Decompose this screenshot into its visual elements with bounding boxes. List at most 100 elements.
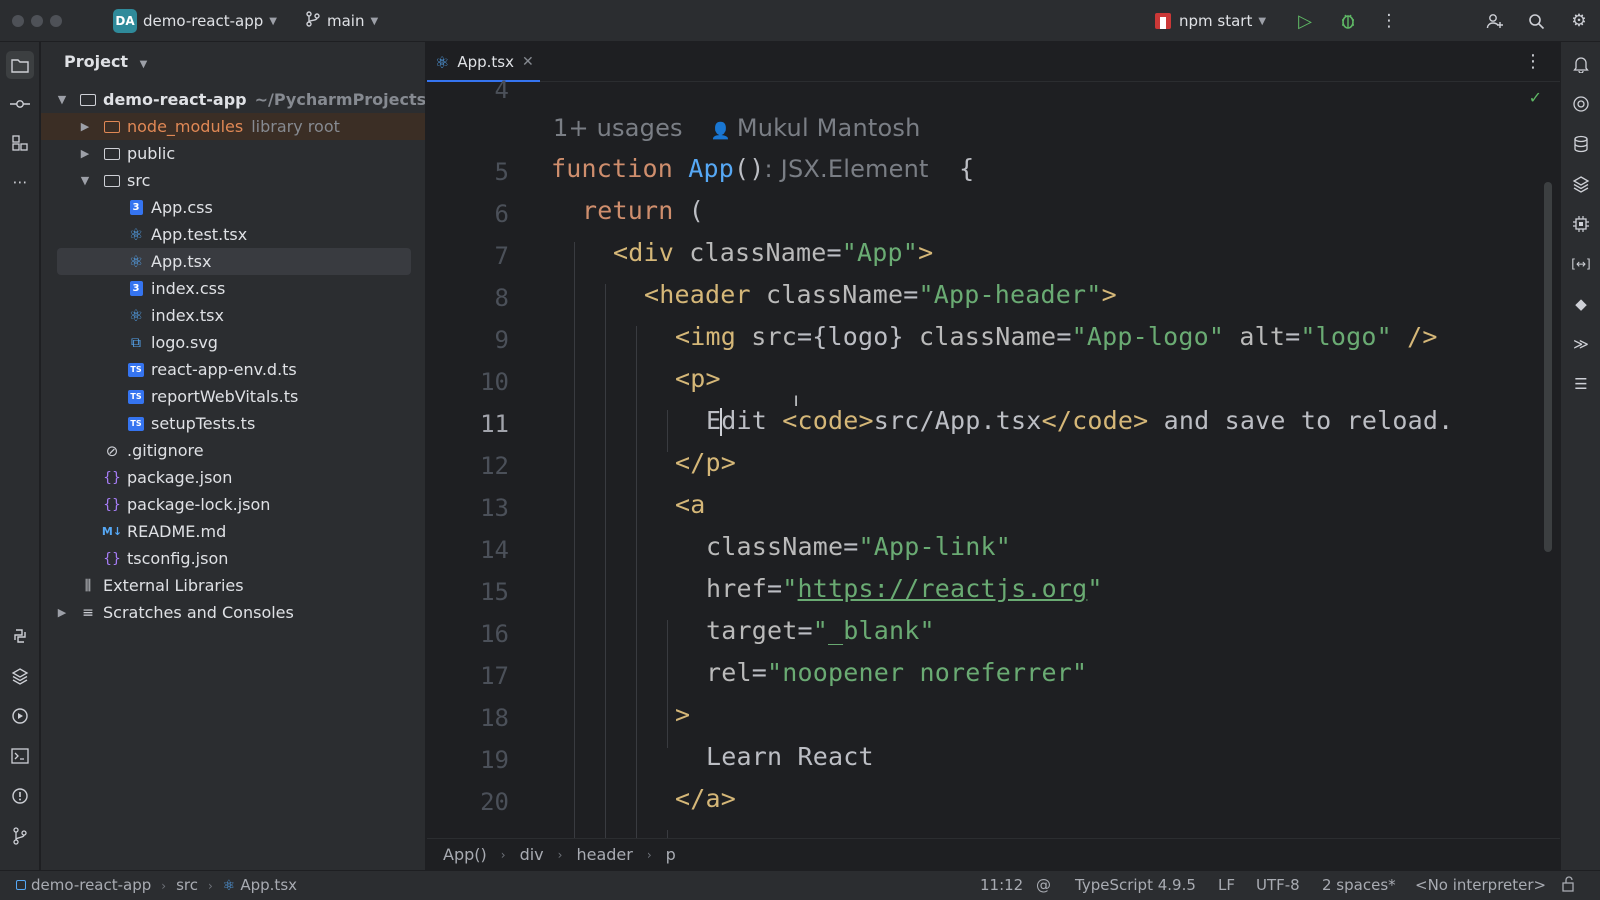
tree-item-label: logo.svg bbox=[151, 333, 218, 352]
services-icon[interactable] bbox=[6, 702, 34, 730]
tree-item[interactable]: ▶ ≡ Scratches and Consoles bbox=[41, 599, 425, 626]
project-panel-header[interactable]: Project ▼ bbox=[64, 52, 147, 71]
notifications-bell-icon[interactable] bbox=[1567, 50, 1595, 78]
library-icon: ⫼ bbox=[84, 577, 92, 594]
chevron-right-icon: › bbox=[557, 847, 563, 862]
ai-status-icon[interactable]: @ bbox=[1036, 876, 1051, 894]
chevron-right-icon: › bbox=[161, 879, 167, 893]
usages-hint[interactable]: 1+ usages bbox=[553, 114, 683, 142]
tree-item[interactable]: ⊘ .gitignore bbox=[41, 437, 425, 464]
tree-item[interactable]: 3 App.css bbox=[41, 194, 425, 221]
run-anything-icon[interactable]: ≫ bbox=[1567, 330, 1595, 358]
code-vision-hints[interactable]: 1+ usages 👤 Mukul Mantosh bbox=[553, 114, 920, 142]
tree-item[interactable]: ⚛ index.tsx bbox=[41, 302, 425, 329]
typescript-file-icon: TS bbox=[127, 361, 145, 379]
tree-item[interactable]: {} tsconfig.json bbox=[41, 545, 425, 572]
tree-item[interactable]: ▶ node_modules library root bbox=[41, 113, 425, 140]
endpoints-icon[interactable]: [↔] bbox=[1567, 250, 1595, 278]
no-problems-check-icon[interactable]: ✓ bbox=[1529, 88, 1542, 107]
tree-item[interactable]: ⧉ logo.svg bbox=[41, 329, 425, 356]
close-tab-icon[interactable]: ✕ bbox=[522, 54, 534, 70]
tree-item[interactable]: {} package-lock.json bbox=[41, 491, 425, 518]
code-line-11: Edit <code>src/App.tsx</code> and save t… bbox=[706, 406, 1454, 436]
problems-icon[interactable] bbox=[6, 782, 34, 810]
status-path-project[interactable]: demo-react-app bbox=[31, 876, 151, 894]
window-close-button[interactable] bbox=[12, 15, 24, 27]
more-tools-icon[interactable]: ⋯ bbox=[6, 168, 34, 196]
tree-item[interactable]: ▼ demo-react-app~/PycharmProjects/der bbox=[41, 86, 425, 113]
status-path-folder[interactable]: src bbox=[176, 876, 198, 894]
code-with-me-icon[interactable]: ◆ bbox=[1567, 290, 1595, 318]
text-cursor-ibeam-icon: I bbox=[794, 394, 799, 410]
breadcrumb-item[interactable]: div bbox=[520, 845, 544, 864]
settings-gear-icon[interactable]: ⚙ bbox=[1567, 9, 1591, 33]
author-hint[interactable]: 👤 Mukul Mantosh bbox=[711, 114, 921, 142]
status-path: demo-react-app › src › ⚛ App.tsx bbox=[16, 876, 297, 894]
line-number: 14 bbox=[480, 536, 509, 564]
add-user-icon[interactable] bbox=[1483, 9, 1507, 33]
file-encoding[interactable]: UTF-8 bbox=[1256, 876, 1300, 894]
python-console-icon[interactable] bbox=[6, 622, 34, 650]
chevron-right-icon[interactable]: ▶ bbox=[78, 120, 92, 133]
react-file-icon: ⚛ bbox=[128, 306, 144, 325]
line-number: 16 bbox=[480, 620, 509, 648]
chevron-right-icon[interactable]: ▶ bbox=[78, 147, 92, 160]
lock-icon[interactable] bbox=[1561, 876, 1577, 896]
database-icon[interactable] bbox=[1567, 130, 1595, 158]
chevron-down-icon[interactable]: ▼ bbox=[78, 174, 92, 187]
more-actions-icon[interactable]: ⋮ bbox=[1377, 9, 1401, 33]
chevron-right-icon: › bbox=[500, 847, 506, 862]
status-path-file[interactable]: App.tsx bbox=[240, 876, 297, 894]
tree-item[interactable]: TS react-app-env.d.ts bbox=[41, 356, 425, 383]
debug-icon[interactable] bbox=[1336, 9, 1360, 33]
chevron-down-icon[interactable]: ▼ bbox=[55, 93, 69, 106]
code-editor[interactable]: 1+ usages 👤 Mukul Mantosh function App(): … bbox=[551, 82, 1560, 838]
caret-position[interactable]: 11:12 bbox=[980, 876, 1023, 894]
code-url-link[interactable]: https://reactjs.org bbox=[798, 574, 1088, 603]
tree-item[interactable]: TS setupTests.ts bbox=[41, 410, 425, 437]
line-separator[interactable]: LF bbox=[1218, 876, 1235, 894]
tree-item[interactable]: ⚛ App.test.tsx bbox=[41, 221, 425, 248]
tree-item[interactable]: ▼ src bbox=[41, 167, 425, 194]
search-icon[interactable] bbox=[1524, 9, 1548, 33]
code-line-19: Learn React bbox=[706, 742, 874, 771]
layers-icon[interactable] bbox=[1567, 170, 1595, 198]
window-maximize-button[interactable] bbox=[50, 15, 62, 27]
chevron-down-icon: ▼ bbox=[269, 15, 277, 27]
tree-item[interactable]: M↓ README.md bbox=[41, 518, 425, 545]
git-icon[interactable] bbox=[6, 822, 34, 850]
run-config-selector[interactable]: npm start ▼ bbox=[1155, 0, 1266, 42]
project-switcher[interactable]: DA demo-react-app ▼ bbox=[113, 0, 277, 42]
data-view-icon[interactable]: ☰ bbox=[1567, 370, 1595, 398]
chip-icon[interactable] bbox=[1567, 210, 1595, 238]
interpreter-selector[interactable]: <No interpreter> bbox=[1415, 876, 1546, 894]
breadcrumb-item[interactable]: p bbox=[666, 845, 676, 864]
tree-item[interactable]: ⚛ App.tsx bbox=[41, 248, 425, 275]
run-icon[interactable]: ▷ bbox=[1293, 9, 1317, 33]
python-packages-icon[interactable] bbox=[6, 662, 34, 690]
ai-assistant-icon[interactable] bbox=[1567, 90, 1595, 118]
indent-settings[interactable]: 2 spaces* bbox=[1322, 876, 1396, 894]
editor-scrollbar[interactable] bbox=[1544, 182, 1552, 552]
branch-switcher[interactable]: main ▼ bbox=[306, 0, 378, 42]
tree-item[interactable]: TS reportWebVitals.ts bbox=[41, 383, 425, 410]
tree-item-label: App.tsx bbox=[151, 252, 212, 271]
chevron-right-icon[interactable]: ▶ bbox=[55, 606, 69, 619]
editor-options-icon[interactable]: ⋮ bbox=[1524, 51, 1542, 72]
project-tool-folder-icon[interactable] bbox=[6, 51, 34, 79]
breadcrumb-item[interactable]: App() bbox=[443, 845, 487, 864]
tab-app-tsx[interactable]: ⚛ App.tsx ✕ bbox=[427, 42, 540, 83]
terminal-icon[interactable] bbox=[6, 742, 34, 770]
line-number: 18 bbox=[480, 704, 509, 732]
window-minimize-button[interactable] bbox=[31, 15, 43, 27]
typescript-file-icon: TS bbox=[127, 415, 145, 433]
tree-item[interactable]: {} package.json bbox=[41, 464, 425, 491]
line-number: 7 bbox=[494, 242, 509, 270]
structure-icon[interactable] bbox=[6, 129, 34, 157]
tree-item[interactable]: 3 index.css bbox=[41, 275, 425, 302]
commit-icon[interactable] bbox=[6, 90, 34, 118]
tree-item[interactable]: ▶ public bbox=[41, 140, 425, 167]
breadcrumb-item[interactable]: header bbox=[576, 845, 632, 864]
language-service[interactable]: TypeScript 4.9.5 bbox=[1075, 876, 1196, 894]
tree-item[interactable]: ⫼ External Libraries bbox=[41, 572, 425, 599]
